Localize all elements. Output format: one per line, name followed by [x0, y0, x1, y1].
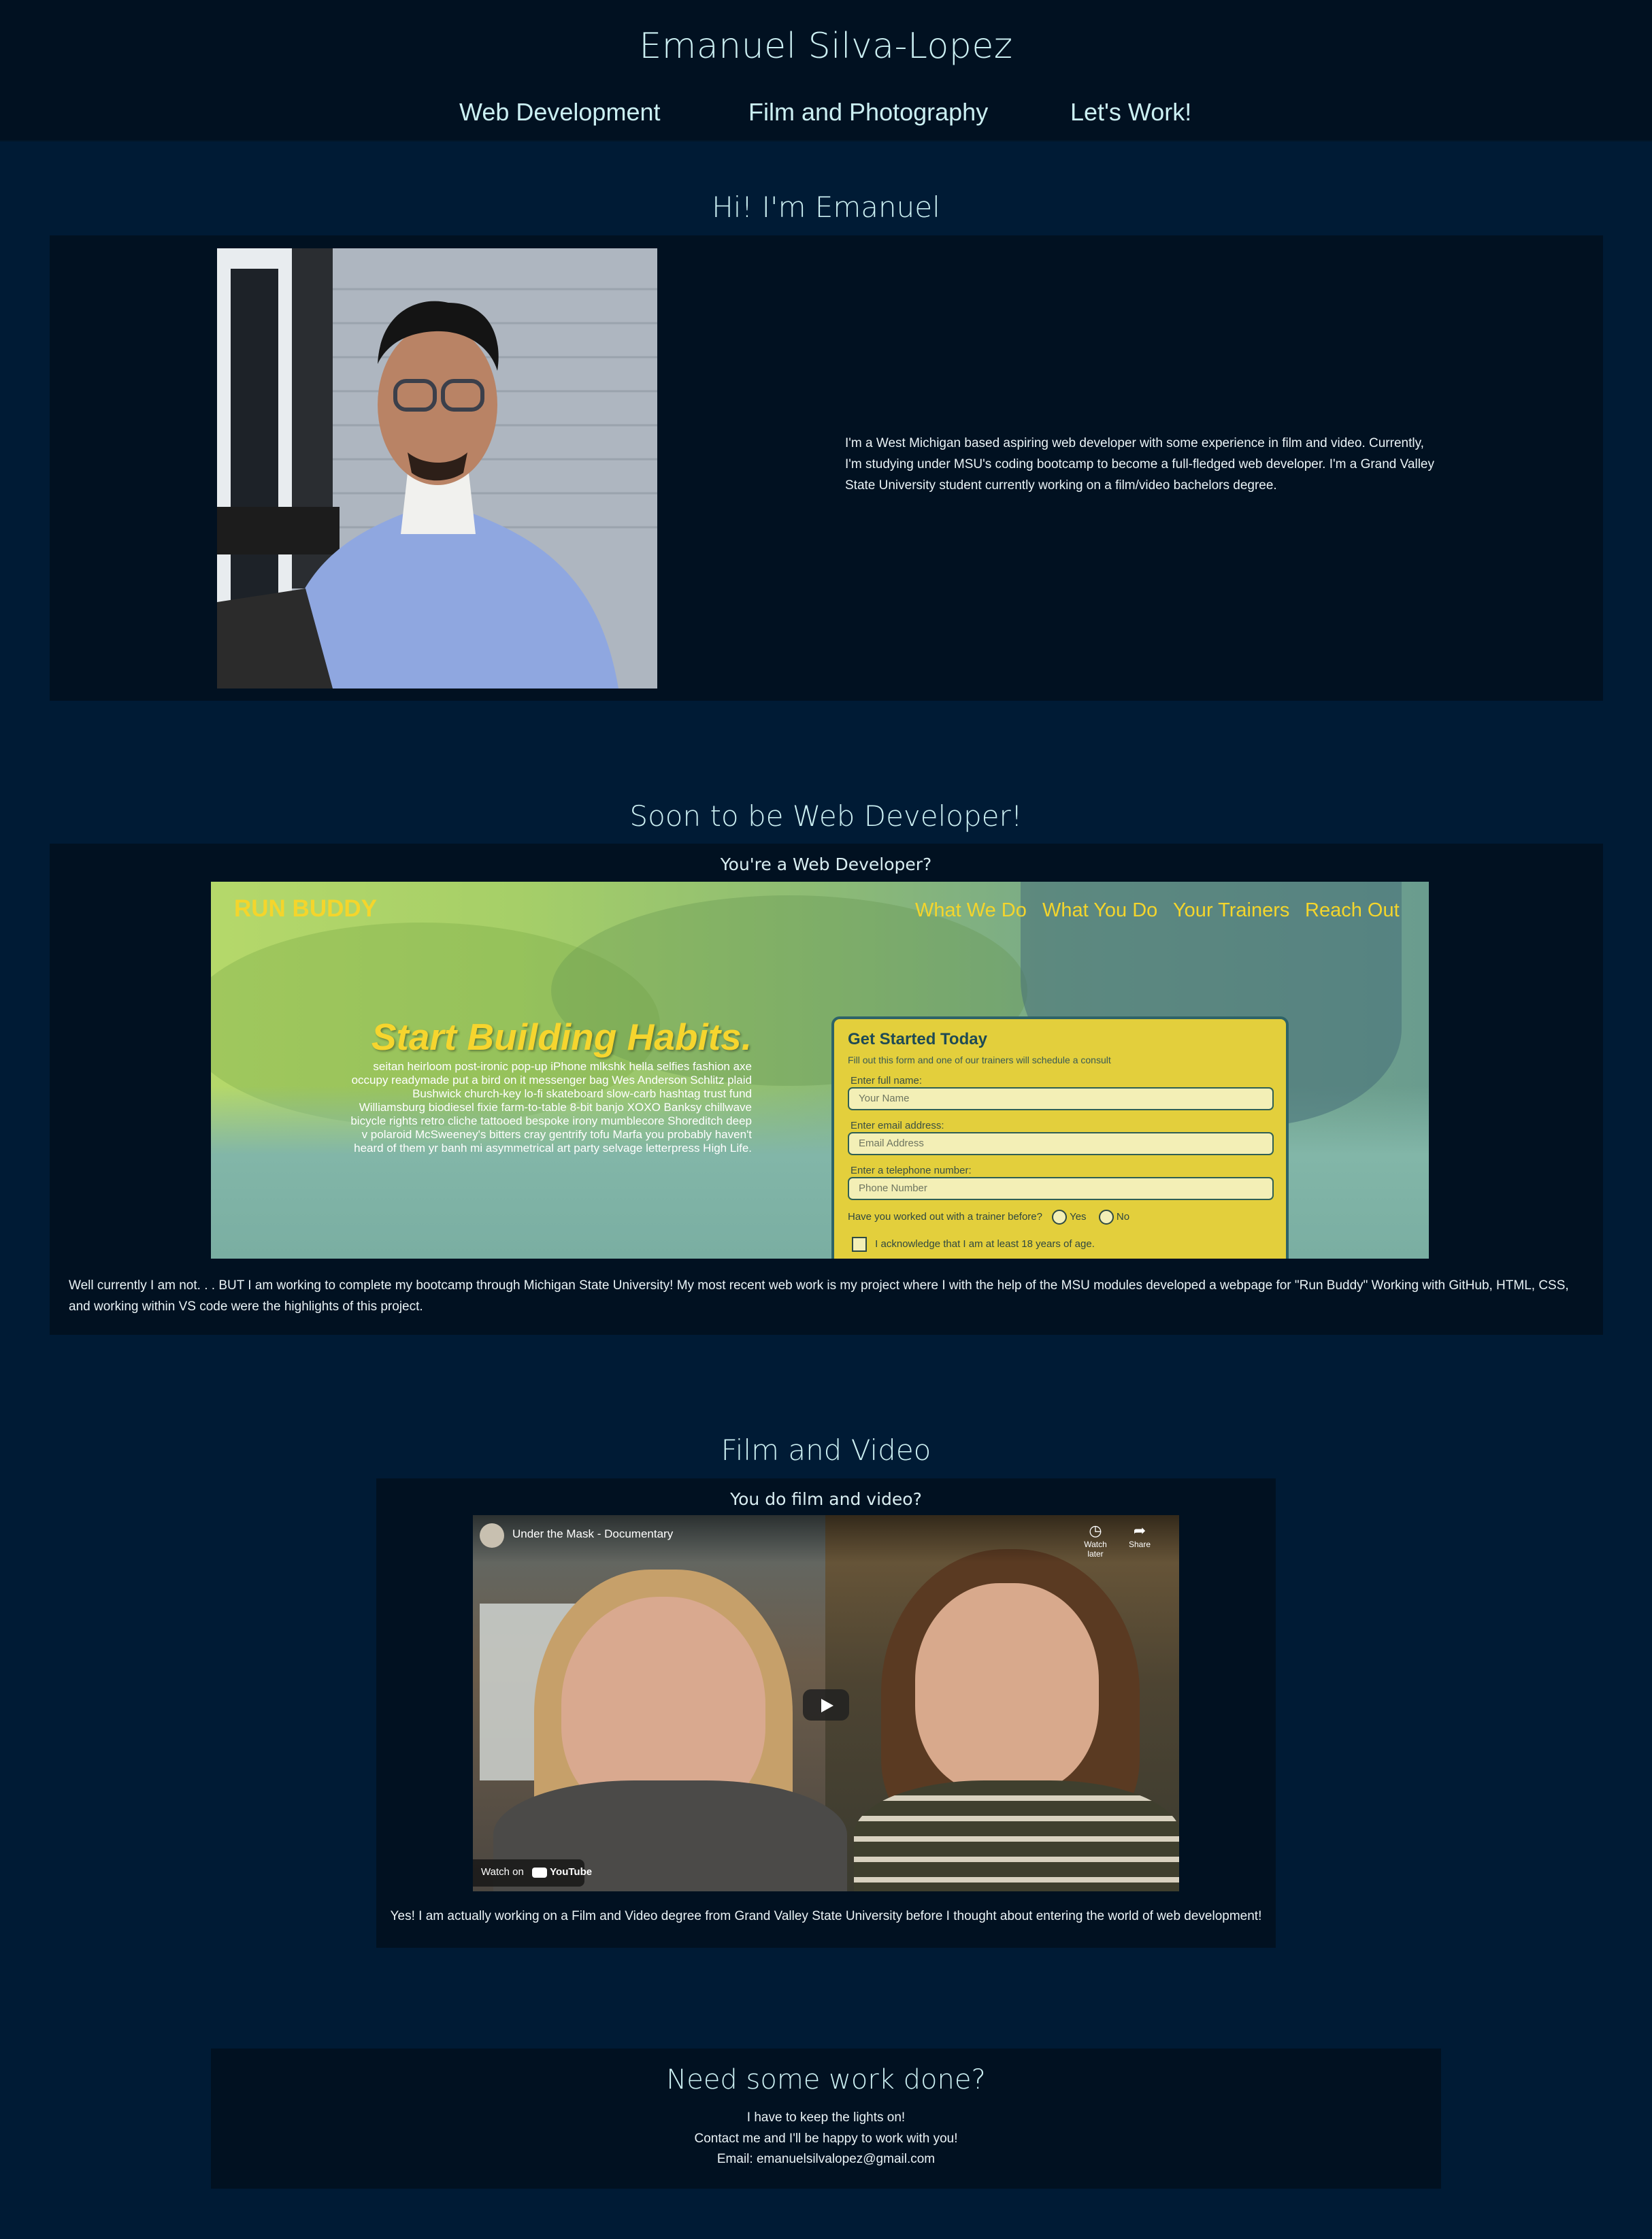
watch-on-label: Watch on	[481, 1866, 524, 1878]
runbuddy-logo: RUN BUDDY	[234, 895, 377, 922]
webdev-text: Well currently I am not. . . BUT I am wo…	[69, 1278, 1569, 1314]
person-body	[854, 1780, 1179, 1891]
nav-link-lets-work[interactable]: Let's Work!	[1070, 98, 1191, 127]
share-icon: ➦	[1133, 1522, 1146, 1539]
contact-line-1: I have to keep the lights on!	[746, 2110, 906, 2125]
about-heading: Hi! I'm Emanuel	[712, 190, 940, 224]
contact-heading: Need some work done?	[666, 2064, 986, 2095]
video-title[interactable]: Under the Mask - Documentary	[512, 1527, 673, 1541]
runbuddy-signup-form: Get Started Today Fill out this form and…	[831, 1016, 1289, 1259]
runbuddy-nav-what-you-do: What You Do	[1042, 899, 1158, 921]
play-icon	[821, 1699, 833, 1712]
age-checkbox	[852, 1237, 867, 1252]
runbuddy-nav-what-we-do: What We Do	[915, 899, 1027, 921]
profile-photo-illustration	[217, 248, 657, 689]
runbuddy-nav-reach-out: Reach Out	[1305, 899, 1400, 921]
contact-line-2: Contact me and I'll be happy to work wit…	[694, 2132, 958, 2146]
age-acknowledgement: I acknowledge that I am at least 18 year…	[852, 1237, 1095, 1252]
yes-label: Yes	[1070, 1210, 1087, 1223]
youtube-logo-icon	[531, 1867, 547, 1878]
film-heading: Film and Video	[721, 1433, 931, 1467]
clock-icon: ◷	[1089, 1522, 1102, 1539]
phone-field: Phone Number	[848, 1177, 1274, 1200]
nav-link-film-photography[interactable]: Film and Photography	[748, 98, 988, 127]
channel-avatar[interactable]	[480, 1523, 504, 1548]
trainer-question: Have you worked out with a trainer befor…	[848, 1210, 1129, 1225]
site-title: Emanuel Silva-Lopez	[639, 26, 1013, 67]
runbuddy-hero-title: Start Building Habits.	[371, 1016, 752, 1058]
form-title: Get Started Today	[848, 1030, 987, 1048]
phone-label: Enter a telephone number:	[850, 1165, 972, 1176]
film-subtitle: You do film and video?	[730, 1489, 922, 1509]
share-button[interactable]: ➦ Share	[1119, 1522, 1160, 1549]
trainer-question-label: Have you worked out with a trainer befor…	[848, 1210, 1042, 1223]
runbuddy-hero-text: seitan heirloom post-ironic pop-up iPhon…	[350, 1060, 752, 1155]
nav-link-web-development[interactable]: Web Development	[459, 98, 661, 127]
runbuddy-screenshot: RUN BUDDY What We Do What You Do Your Tr…	[211, 882, 1429, 1259]
watch-later-label: Watch later	[1084, 1540, 1107, 1559]
play-button[interactable]	[803, 1689, 849, 1721]
email-field: Email Address	[848, 1132, 1274, 1155]
name-field: Your Name	[848, 1087, 1274, 1110]
watch-on-youtube-button[interactable]: Watch on YouTube	[473, 1859, 592, 1887]
age-label: I acknowledge that I am at least 18 year…	[875, 1238, 1095, 1250]
site-header: Emanuel Silva-Lopez Web Development Film…	[0, 0, 1652, 142]
webdev-subtitle: You're a Web Developer?	[720, 855, 932, 874]
youtube-label: YouTube	[550, 1866, 593, 1878]
no-radio	[1098, 1210, 1114, 1225]
yes-radio	[1052, 1210, 1068, 1225]
email-label: Enter email address:	[850, 1120, 944, 1131]
contact-email[interactable]: Email: emanuelsilvalopez@gmail.com	[211, 2152, 1441, 2167]
name-label: Enter full name:	[850, 1075, 923, 1087]
person-face	[915, 1583, 1099, 1794]
about-text: I'm a West Michigan based aspiring web d…	[845, 436, 1434, 493]
no-label: No	[1116, 1210, 1130, 1223]
watch-later-button[interactable]: ◷ Watch later	[1075, 1522, 1116, 1559]
youtube-video-embed[interactable]: Under the Mask - Documentary ◷ Watch lat…	[473, 1515, 1179, 1891]
share-label: Share	[1128, 1540, 1151, 1549]
runbuddy-nav-your-trainers: Your Trainers	[1173, 899, 1290, 921]
form-subtitle: Fill out this form and one of our traine…	[848, 1055, 1111, 1065]
profile-photo	[217, 248, 657, 689]
webdev-heading: Soon to be Web Developer!	[629, 799, 1023, 833]
film-text: Yes! I am actually working on a Film and…	[390, 1909, 1262, 1923]
